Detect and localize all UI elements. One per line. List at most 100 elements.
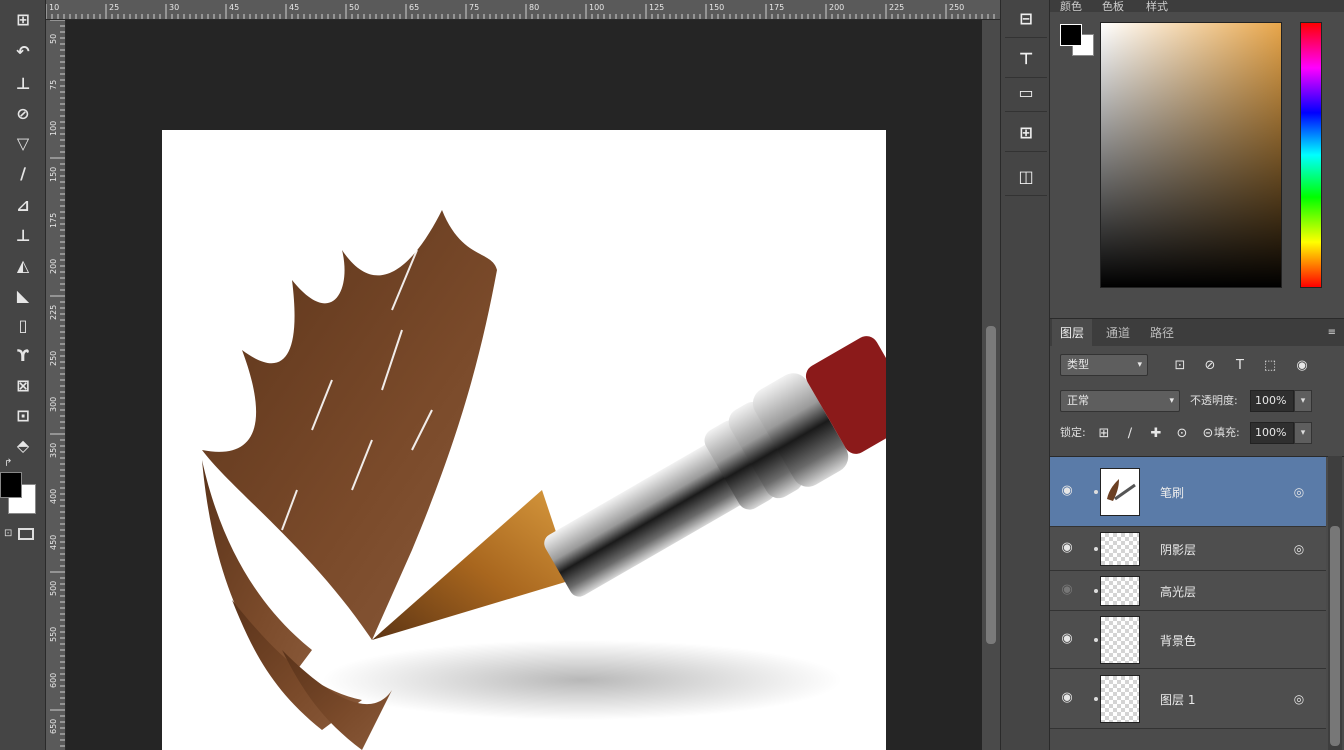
type-tool-icon[interactable]: ⊡ <box>8 402 38 428</box>
fill-input[interactable]: 100% <box>1250 422 1294 444</box>
ruler-label: 45 <box>229 3 239 12</box>
brush-presets-panel-icon[interactable]: ▭ <box>1005 74 1047 112</box>
paragraph-panel-glyph: ◫ <box>1018 167 1034 186</box>
filter-toggle-icon[interactable]: ◉ <box>1292 356 1312 376</box>
lock-transparent-icon[interactable]: ⊞ <box>1094 424 1114 444</box>
layer-name[interactable]: 图层 1 <box>1160 691 1195 708</box>
history-panel-icon[interactable]: ⊟ <box>1005 0 1047 38</box>
ruler-label: 100 <box>589 3 604 12</box>
ruler-label: 150 <box>49 167 58 182</box>
ruler-label: 650 <box>49 719 58 734</box>
adjustments-panel-glyph: ⊞ <box>1019 123 1033 142</box>
lasso-tool-glyph: ↶ <box>16 41 30 61</box>
brush-tool-icon[interactable]: ∕ <box>8 160 38 186</box>
filter-adjustment-icon[interactable]: ⊘ <box>1200 356 1220 376</box>
layers-scrollbar[interactable] <box>1328 456 1342 750</box>
canvas-vertical-scrollbar[interactable] <box>982 20 1000 750</box>
color-panel-foreground-swatch[interactable] <box>1060 24 1082 46</box>
ruler-label: 400 <box>49 489 58 504</box>
ruler-label: 10 <box>49 3 59 12</box>
type-tool-glyph: ⊡ <box>16 405 30 425</box>
layer-name[interactable]: 阴影层 <box>1160 541 1196 558</box>
layer-visibility-eye-icon[interactable]: ◉ <box>1058 483 1076 498</box>
layer-effects-icon[interactable]: ◎ <box>1292 692 1306 706</box>
eyedropper-tool-icon[interactable]: ⊘ <box>8 100 38 126</box>
ruler-label: 100 <box>49 121 58 136</box>
canvas-scroll-thumb[interactable] <box>986 326 996 644</box>
eraser-tool-icon[interactable]: ◭ <box>8 252 38 278</box>
blur-tool-icon[interactable]: ▯ <box>8 312 38 338</box>
layers-scroll-thumb[interactable] <box>1330 526 1340 746</box>
layer-row[interactable]: ◉ 笔刷 ◎ <box>1050 457 1326 527</box>
layer-effects-icon[interactable]: ◎ <box>1292 542 1306 556</box>
ruler-label: 50 <box>349 3 359 12</box>
blend-row: 正常 ▾ 不透明度: 100% ▾ <box>1050 390 1344 414</box>
lasso-tool-icon[interactable]: ↶ <box>8 38 38 64</box>
properties-panel-icon[interactable]: ⊤ <box>1005 40 1047 78</box>
tab-paths[interactable]: 路径 <box>1142 319 1182 347</box>
filter-pixel-icon[interactable]: ⊡ <box>1170 356 1190 376</box>
opacity-dropdown-icon[interactable]: ▾ <box>1294 390 1312 412</box>
healing-tool-icon[interactable]: ▽ <box>8 130 38 156</box>
color-picker-field[interactable] <box>1100 22 1282 288</box>
blend-mode-value: 正常 <box>1067 394 1089 407</box>
layers-panel-tabs: 图层 通道 路径 ≡ <box>1050 318 1344 347</box>
pen-tool-icon[interactable]: ⊠ <box>8 372 38 398</box>
layer-row[interactable]: ◉ 背景色 <box>1050 611 1326 669</box>
layer-row[interactable]: ◉ 高光层 <box>1050 571 1326 611</box>
filter-shape-icon[interactable]: ⬚ <box>1260 356 1280 376</box>
panel-menu-icon[interactable]: ≡ <box>1328 327 1336 338</box>
eyedropper-tool-glyph: ⊘ <box>16 103 30 123</box>
shape-tool-icon[interactable]: ⬘ <box>8 432 38 458</box>
layer-visibility-eye-icon[interactable]: ◉ <box>1058 690 1076 705</box>
history-brush-tool-icon[interactable]: ⊥ <box>8 222 38 248</box>
lock-image-icon[interactable]: ∕ <box>1120 424 1140 444</box>
gradient-tool-icon[interactable]: ◣ <box>8 282 38 308</box>
dodge-tool-glyph: ϒ <box>17 345 29 365</box>
tab-layers[interactable]: 图层 <box>1052 319 1093 347</box>
layer-name[interactable]: 笔刷 <box>1160 484 1184 501</box>
canvas-workspace[interactable] <box>66 20 982 750</box>
lock-position-icon[interactable]: ✚ <box>1146 424 1166 444</box>
document-canvas[interactable] <box>162 130 886 750</box>
brush-artwork-image <box>202 210 886 750</box>
crop-tool-icon[interactable]: ⊥ <box>8 70 38 96</box>
ruler-label: 125 <box>649 3 664 12</box>
tab-swatches[interactable]: 色板 <box>1102 0 1124 14</box>
filter-type-icon[interactable]: T <box>1230 356 1250 376</box>
blur-tool-glyph: ▯ <box>18 315 28 335</box>
tab-color[interactable]: 颜色 <box>1060 0 1082 14</box>
tab-channels[interactable]: 通道 <box>1098 319 1138 347</box>
move-tool-icon[interactable]: ⊞ <box>8 6 38 32</box>
lock-artboard-icon[interactable]: ⊙ <box>1172 424 1192 444</box>
layer-effects-icon[interactable]: ◎ <box>1292 485 1306 499</box>
layer-name[interactable]: 背景色 <box>1160 632 1196 649</box>
layer-visibility-eye-icon[interactable]: ◉ <box>1058 631 1076 646</box>
paragraph-panel-icon[interactable]: ◫ <box>1005 158 1047 196</box>
ruler-label: 75 <box>469 3 479 12</box>
ruler-label: 175 <box>49 213 58 228</box>
blend-mode-dropdown[interactable]: 正常 ▾ <box>1060 390 1180 412</box>
quick-mask-icon[interactable] <box>18 528 34 540</box>
ruler-left-ticks: 50 75 100 150 175 200 225 250 300 350 400 450 500 550… <box>49 20 65 747</box>
ruler-label: 300 <box>49 397 58 412</box>
ruler-label: 30 <box>169 3 179 12</box>
fill-dropdown-icon[interactable]: ▾ <box>1294 422 1312 444</box>
history-brush-tool-glyph: ⊥ <box>15 225 31 245</box>
layer-thumbnail <box>1100 675 1140 723</box>
default-colors-icon[interactable]: ↱ <box>4 458 12 469</box>
layer-row[interactable]: ◉ 图层 1 ◎ <box>1050 669 1326 729</box>
stamp-tool-icon[interactable]: ⊿ <box>8 192 38 218</box>
layer-name[interactable]: 高光层 <box>1160 583 1196 600</box>
adjustments-panel-icon[interactable]: ⊞ <box>1005 114 1047 152</box>
tab-styles[interactable]: 样式 <box>1146 0 1168 14</box>
dodge-tool-icon[interactable]: ϒ <box>8 342 38 368</box>
layer-visibility-eye-icon[interactable]: ◉ <box>1058 540 1076 555</box>
layer-kind-dropdown[interactable]: 类型 ▾ <box>1060 354 1148 376</box>
opacity-input[interactable]: 100% <box>1250 390 1294 412</box>
hue-slider[interactable] <box>1300 22 1322 288</box>
swap-colors-icon[interactable]: ⊡ <box>4 528 12 539</box>
layer-row[interactable]: ◉ 阴影层 ◎ <box>1050 527 1326 571</box>
foreground-color-swatch[interactable] <box>0 472 22 498</box>
layer-visibility-eye-icon[interactable]: ◉ <box>1058 582 1076 597</box>
